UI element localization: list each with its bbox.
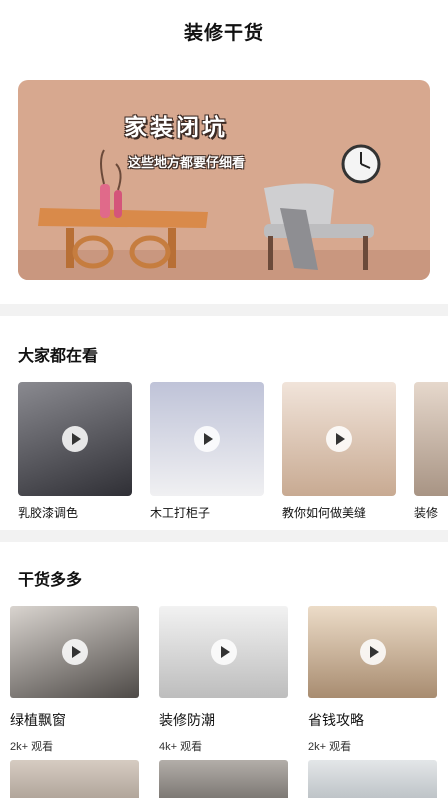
video-thumbnail[interactable] [414,382,448,496]
tip-card[interactable]: 绿植飘窗 2k+ 观看 [10,606,139,754]
popular-carousel[interactable]: 乳胶漆调色 木工打柜子 教你如何做美缝 装修 [0,382,448,521]
play-icon[interactable] [62,426,88,452]
tip-card[interactable] [159,760,288,798]
play-icon[interactable] [359,639,386,665]
play-icon[interactable] [210,639,237,665]
video-thumbnail[interactable] [18,382,132,496]
play-icon[interactable] [326,426,352,452]
tip-card-views: 4k+ 观看 [159,741,203,753]
page-header: 装修干货 [0,0,448,62]
video-thumbnail[interactable] [308,606,437,698]
popular-card-label: 木工打柜子 [150,506,211,520]
tip-card-title: 省钱攻略 [308,712,364,728]
tips-section: 干货多多 绿植飘窗 2k+ 观看 装修防潮 4k+ 观看 省钱攻略 2k+ 观看 [0,542,448,798]
banner-subtitle: 这些地方都要仔细看 [128,155,246,170]
tip-card[interactable]: 省钱攻略 2k+ 观看 [308,606,437,754]
play-icon[interactable] [194,426,220,452]
banner-title: 家装闭坑 [124,114,228,140]
section-divider [0,304,448,316]
tip-card-views: 2k+ 观看 [308,741,352,753]
video-thumbnail[interactable] [150,382,264,496]
video-thumbnail[interactable] [10,606,139,698]
page-title: 装修干货 [183,22,264,44]
tip-card-title: 装修防潮 [159,712,215,728]
tip-card[interactable] [308,760,437,798]
popular-title: 大家都在看 [18,348,99,365]
popular-card-label: 装修 [414,506,439,520]
popular-card-label: 教你如何做美缝 [282,506,367,520]
popular-card[interactable]: 教你如何做美缝 [282,382,396,521]
popular-section: 大家都在看 乳胶漆调色 木工打柜子 教你如何做美缝 装修 [0,316,448,521]
tips-title: 干货多多 [18,572,83,589]
promo-banner[interactable]: 家装闭坑 这些地方都要仔细看 [18,80,430,280]
popular-card[interactable]: 装修 [414,382,448,521]
tip-card-views: 2k+ 观看 [10,741,54,753]
popular-card[interactable]: 乳胶漆调色 [18,382,132,521]
popular-card-label: 乳胶漆调色 [18,506,79,520]
tip-card[interactable]: 装修防潮 4k+ 观看 [159,606,288,754]
video-thumbnail[interactable] [308,760,437,798]
play-icon[interactable] [61,639,88,665]
tips-grid: 绿植飘窗 2k+ 观看 装修防潮 4k+ 观看 省钱攻略 2k+ 观看 [0,606,448,798]
video-thumbnail[interactable] [159,606,288,698]
video-thumbnail[interactable] [10,760,139,798]
popular-card[interactable]: 木工打柜子 [150,382,264,521]
tip-card-title: 绿植飘窗 [10,712,66,728]
video-thumbnail[interactable] [159,760,288,798]
section-divider [0,530,448,542]
video-thumbnail[interactable] [282,382,396,496]
tip-card[interactable] [10,760,139,798]
